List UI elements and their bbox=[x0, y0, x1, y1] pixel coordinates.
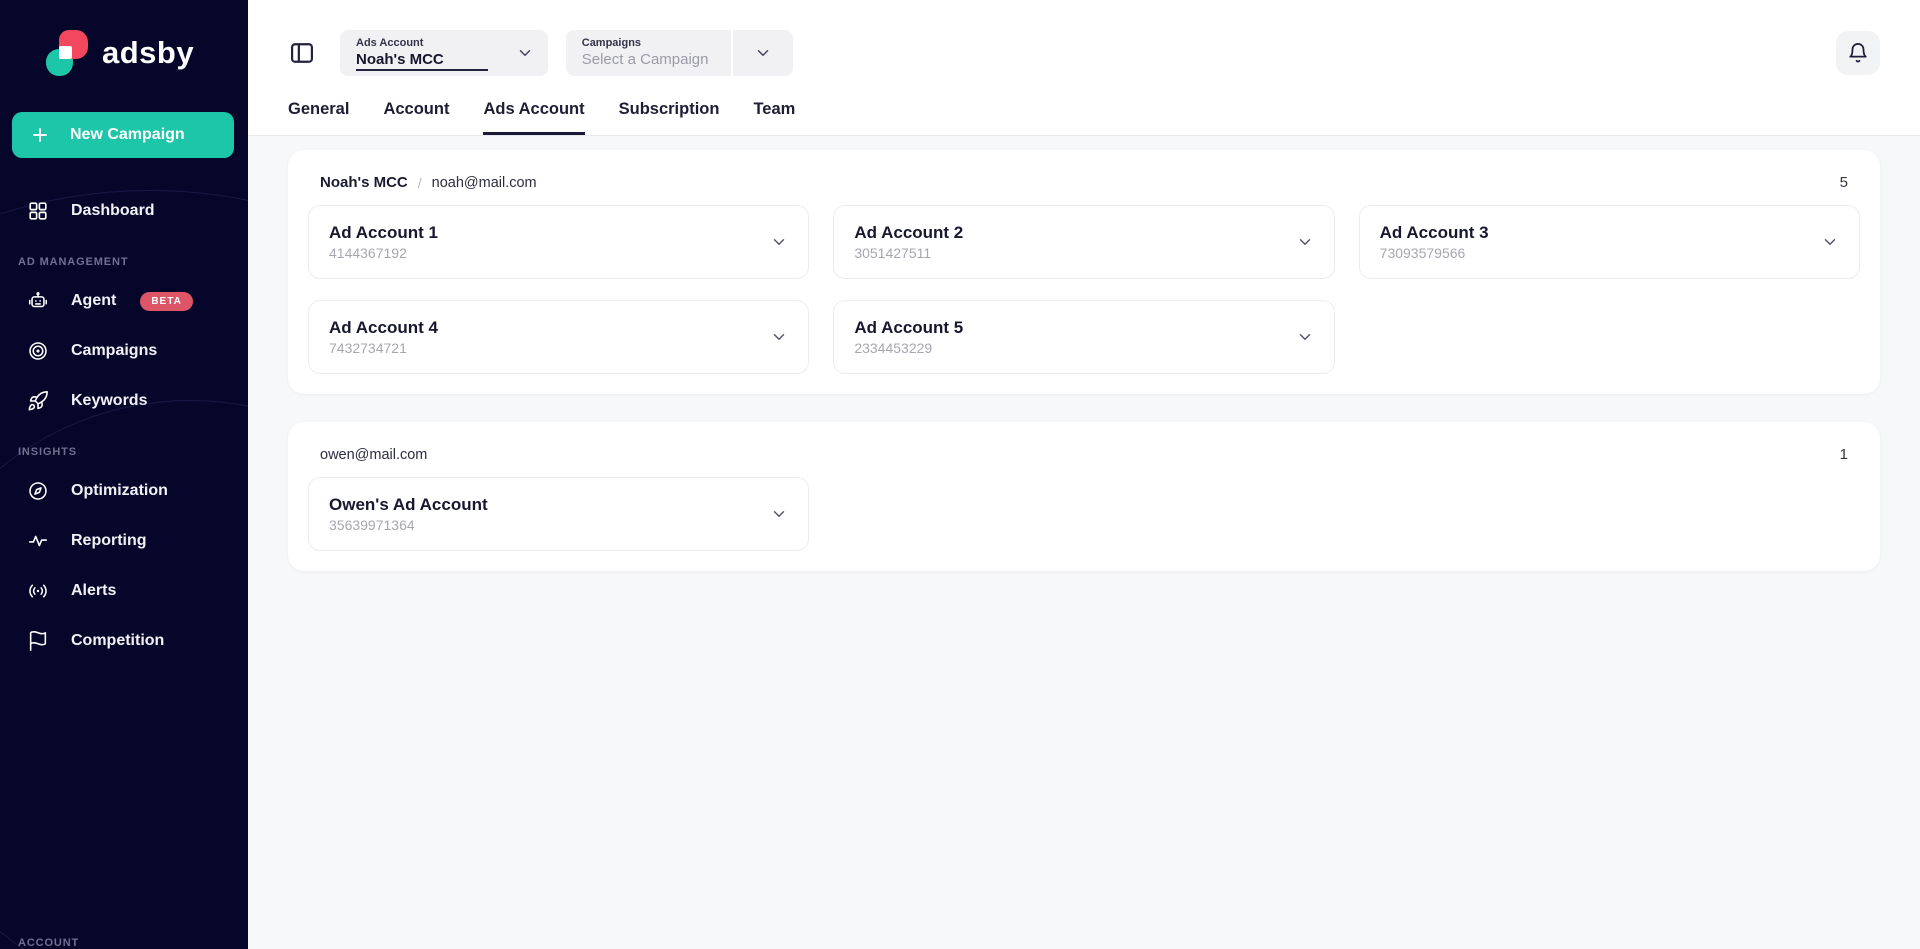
chevron-down-icon bbox=[502, 44, 548, 62]
chevron-down-icon bbox=[754, 44, 772, 62]
sidebar-item-campaigns[interactable]: Campaigns bbox=[0, 326, 248, 376]
ad-account-id: 4144367192 bbox=[329, 245, 438, 261]
broadcast-icon bbox=[27, 580, 49, 602]
ad-account-name: Ad Account 3 bbox=[1380, 223, 1489, 243]
adsby-logo-icon bbox=[46, 30, 90, 76]
account-count-badge: 1 bbox=[1840, 446, 1854, 463]
ad-account-id: 3051427511 bbox=[854, 245, 963, 261]
settings-tabs: General Account Ads Account Subscription… bbox=[288, 100, 1880, 135]
ad-account-id: 7432734721 bbox=[329, 340, 438, 356]
robot-icon bbox=[27, 290, 49, 312]
chevron-down-icon bbox=[770, 505, 788, 523]
sidebar-item-optimization[interactable]: Optimization bbox=[0, 466, 248, 516]
ad-account-name: Ad Account 5 bbox=[854, 318, 963, 338]
beta-badge: BETA bbox=[140, 292, 192, 311]
main-area: Ads Account Noah's MCC Campaigns Select … bbox=[248, 0, 1920, 949]
sidebar-item-label: Alerts bbox=[71, 582, 116, 600]
sidebar-item-label: Reporting bbox=[71, 532, 147, 550]
ad-account-name: Ad Account 1 bbox=[329, 223, 438, 243]
sidebar-item-label: Agent bbox=[71, 292, 116, 310]
ads-account-dropdown-label: Ads Account bbox=[356, 36, 488, 50]
brand-logo: adsby bbox=[0, 0, 248, 76]
sidebar-item-label: Optimization bbox=[71, 482, 168, 500]
topbar: Ads Account Noah's MCC Campaigns Select … bbox=[248, 0, 1920, 135]
target-icon bbox=[27, 340, 49, 362]
ad-account-dropdown-2[interactable]: Ad Account 2 3051427511 bbox=[833, 205, 1334, 279]
ad-account-grid: Ad Account 1 4144367192 Ad Account 2 305… bbox=[308, 205, 1860, 374]
sidebar-item-label: Keywords bbox=[71, 392, 147, 410]
ad-account-id: 73093579566 bbox=[1380, 245, 1489, 261]
ad-account-dropdown-4[interactable]: Ad Account 4 7432734721 bbox=[308, 300, 809, 374]
sidebar-item-label: Dashboard bbox=[71, 202, 155, 220]
owner-email: owen@mail.com bbox=[320, 447, 427, 463]
campaigns-dropdown-label: Campaigns bbox=[582, 36, 717, 50]
rocket-icon bbox=[27, 390, 49, 412]
ad-account-dropdown-5[interactable]: Ad Account 5 2334453229 bbox=[833, 300, 1334, 374]
chevron-down-icon bbox=[770, 233, 788, 251]
section-label-insights: INSIGHTS bbox=[0, 426, 248, 466]
ad-account-name: Ad Account 4 bbox=[329, 318, 438, 338]
owen-group-header: owen@mail.com 1 bbox=[308, 440, 1860, 477]
ad-account-dropdown-1[interactable]: Ad Account 1 4144367192 bbox=[308, 205, 809, 279]
sidebar-nav: Dashboard AD MANAGEMENT Agent BETA Campa… bbox=[0, 186, 248, 666]
flag-icon bbox=[27, 630, 49, 652]
sidebar-toggle-icon bbox=[288, 39, 316, 67]
compass-icon bbox=[27, 480, 49, 502]
tab-ads-account[interactable]: Ads Account bbox=[483, 100, 584, 135]
notifications-button[interactable] bbox=[1836, 31, 1880, 75]
brand-name: adsby bbox=[102, 35, 194, 71]
sidebar-item-label: Competition bbox=[71, 632, 164, 650]
plus-icon bbox=[30, 125, 50, 145]
mcc-group-card: Noah's MCC / noah@mail.com 5 Ad Account … bbox=[288, 150, 1880, 394]
campaigns-dropdown-placeholder: Select a Campaign bbox=[582, 50, 717, 70]
mcc-owner-email: noah@mail.com bbox=[432, 175, 537, 191]
sidebar-item-dashboard[interactable]: Dashboard bbox=[0, 186, 248, 236]
chevron-down-icon bbox=[1296, 233, 1314, 251]
sidebar-item-agent[interactable]: Agent BETA bbox=[0, 276, 248, 326]
owen-group-card: owen@mail.com 1 Owen's Ad Account 356399… bbox=[288, 422, 1880, 571]
ad-account-id: 2334453229 bbox=[854, 340, 963, 356]
ad-account-id: 35639971364 bbox=[329, 517, 488, 533]
ad-account-name: Ad Account 2 bbox=[854, 223, 963, 243]
tab-subscription[interactable]: Subscription bbox=[619, 100, 720, 135]
section-label-ad-management: AD MANAGEMENT bbox=[0, 236, 248, 276]
chevron-down-icon bbox=[1821, 233, 1839, 251]
ads-account-content: Noah's MCC / noah@mail.com 5 Ad Account … bbox=[248, 136, 1920, 599]
dashboard-grid-icon bbox=[27, 200, 49, 222]
mcc-owner-name: Noah's MCC bbox=[320, 174, 408, 191]
sidebar-item-label: Campaigns bbox=[71, 342, 157, 360]
sidebar-toggle-button[interactable] bbox=[288, 39, 316, 67]
ad-account-name: Owen's Ad Account bbox=[329, 495, 488, 515]
section-label-account: ACCOUNT bbox=[0, 917, 79, 949]
chevron-down-icon bbox=[1296, 328, 1314, 346]
chevron-down-icon bbox=[770, 328, 788, 346]
sidebar-item-alerts[interactable]: Alerts bbox=[0, 566, 248, 616]
breadcrumb-separator: / bbox=[418, 175, 422, 191]
activity-icon bbox=[27, 530, 49, 552]
campaigns-dropdown[interactable]: Campaigns Select a Campaign bbox=[566, 30, 731, 76]
sidebar-item-keywords[interactable]: Keywords bbox=[0, 376, 248, 426]
mcc-group-header: Noah's MCC / noah@mail.com 5 bbox=[308, 168, 1860, 205]
ads-account-dropdown-value: Noah's MCC bbox=[356, 50, 488, 71]
bell-icon bbox=[1847, 42, 1869, 64]
new-campaign-button[interactable]: New Campaign bbox=[12, 112, 234, 158]
account-count-badge: 5 bbox=[1840, 174, 1854, 191]
sidebar-item-competition[interactable]: Competition bbox=[0, 616, 248, 666]
tab-team[interactable]: Team bbox=[753, 100, 795, 135]
sidebar: adsby New Campaign Dashboard AD MANAGEME… bbox=[0, 0, 248, 949]
ads-account-dropdown[interactable]: Ads Account Noah's MCC bbox=[340, 30, 548, 76]
ad-account-dropdown-owen[interactable]: Owen's Ad Account 35639971364 bbox=[308, 477, 809, 551]
tab-account[interactable]: Account bbox=[383, 100, 449, 135]
new-campaign-label: New Campaign bbox=[70, 126, 185, 144]
campaigns-dropdown-chevron-button[interactable] bbox=[733, 30, 793, 76]
tab-general[interactable]: General bbox=[288, 100, 349, 135]
ad-account-dropdown-3[interactable]: Ad Account 3 73093579566 bbox=[1359, 205, 1860, 279]
sidebar-item-reporting[interactable]: Reporting bbox=[0, 516, 248, 566]
